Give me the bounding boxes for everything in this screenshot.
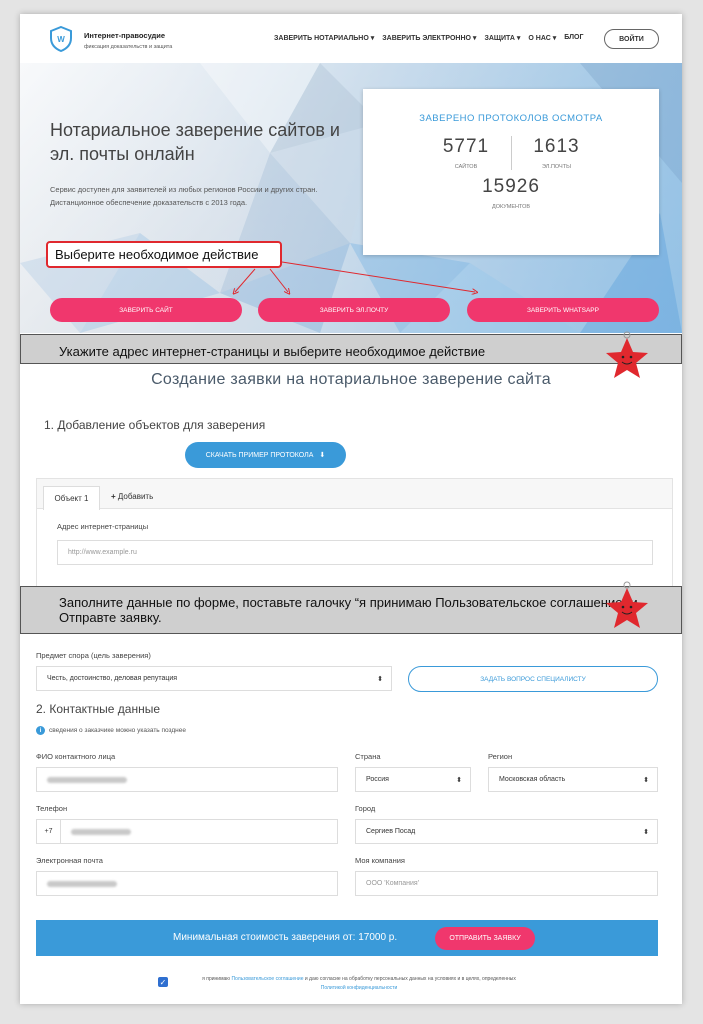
select-arrows-icon: ⬍: [643, 776, 649, 784]
download-sample-button[interactable]: СКАЧАТЬ ПРИМЕР ПРОТОКОЛА ⬇: [185, 442, 346, 468]
blurred-value: [47, 776, 127, 783]
add-object-label: Добавить: [117, 492, 154, 501]
subject-value: Честь, достоинство, деловая репутация: [47, 675, 178, 682]
phone-input[interactable]: [60, 819, 338, 844]
agree-middle: и даю согласие на обработку персональных…: [304, 976, 516, 982]
agreement-text: я принимаю Пользовательское соглашение и…: [159, 975, 559, 993]
objects-panel: Объект 1 + Добавить Адрес интернет-стран…: [36, 478, 673, 588]
download-sample-label: СКАЧАТЬ ПРИМЕР ПРОТОКОЛА: [205, 451, 314, 459]
page: W Интернет-правосудие фиксация доказател…: [20, 14, 682, 1004]
city-select[interactable]: Сергиев Посад ⬍: [355, 819, 658, 844]
email-input[interactable]: [36, 871, 338, 896]
phone-label: Телефон: [36, 804, 68, 813]
subject-label: Предмет спора (цель заверения): [36, 651, 151, 660]
region-label: Регион: [488, 752, 513, 761]
select-arrows-icon: ⬍: [643, 828, 649, 836]
select-arrows-icon: ⬍: [456, 776, 462, 784]
blurred-value: [71, 828, 131, 835]
annotation-callout: Выберите необходимое действие: [46, 241, 282, 268]
send-request-button[interactable]: ОТПРАВИТЬ ЗАЯВКУ: [435, 927, 535, 950]
city-value: Сергиев Посад: [366, 828, 416, 835]
download-icon: ⬇: [319, 452, 326, 459]
blurred-value: [47, 880, 117, 887]
url-input[interactable]: http://www.example.ru: [57, 540, 653, 565]
form-title: Создание заявки на нотариальное заверени…: [151, 371, 551, 388]
region-select[interactable]: Московская область ⬍: [488, 767, 658, 792]
objects-tabs: Объект 1 + Добавить: [37, 479, 672, 510]
annotation-arrows: [20, 261, 682, 334]
agree-prefix: я принимаю: [202, 976, 231, 982]
company-label: Моя компания: [355, 856, 405, 865]
contacts-note-text: сведения о заказчике можно указать поздн…: [49, 727, 187, 734]
select-arrows-icon: ⬍: [377, 675, 383, 683]
cost-bar: Минимальная стоимость заверения от: 1700…: [36, 920, 658, 956]
url-label: Адрес интернет-страницы: [57, 522, 149, 531]
country-select[interactable]: Россия ⬍: [355, 767, 471, 792]
phone-prefix: +7: [36, 819, 60, 844]
country-value: Россия: [366, 776, 389, 783]
tab-object-1[interactable]: Объект 1: [43, 486, 100, 510]
star-mascot-icon: [606, 581, 648, 628]
section-objects-heading: 1. Добавление объектов для заверения: [44, 418, 266, 432]
city-label: Город: [355, 804, 376, 813]
ask-specialist-button[interactable]: ЗАДАТЬ ВОПРОС СПЕЦИАЛИСТУ: [408, 666, 658, 692]
region-value: Московская область: [499, 776, 566, 783]
fio-input[interactable]: [36, 767, 338, 792]
info-icon: i: [36, 726, 45, 735]
email-label: Электронная почта: [36, 856, 103, 865]
annotation-banner: Укажите адрес интернет-страницы и выбери…: [20, 334, 682, 364]
section-contacts-heading: 2. Контактные данные: [36, 702, 161, 716]
fio-label: ФИО контактного лица: [36, 752, 116, 761]
privacy-policy-link[interactable]: Политикой конфиденциальности: [321, 985, 398, 991]
subject-select[interactable]: Честь, достоинство, деловая репутация ⬍: [36, 666, 392, 691]
plus-icon: +: [111, 492, 116, 501]
add-object-tab[interactable]: + Добавить: [111, 492, 153, 501]
company-input[interactable]: ООО 'Компания': [355, 871, 658, 896]
user-agreement-link[interactable]: Пользовательское соглашение: [231, 976, 303, 982]
annotation-banner: Заполните данные по форме, поставьте гал…: [20, 586, 682, 634]
country-label: Страна: [355, 752, 381, 761]
contacts-note: i сведения о заказчике можно указать поз…: [36, 726, 186, 735]
min-cost-text: Минимальная стоимость заверения от: 1700…: [173, 932, 398, 943]
